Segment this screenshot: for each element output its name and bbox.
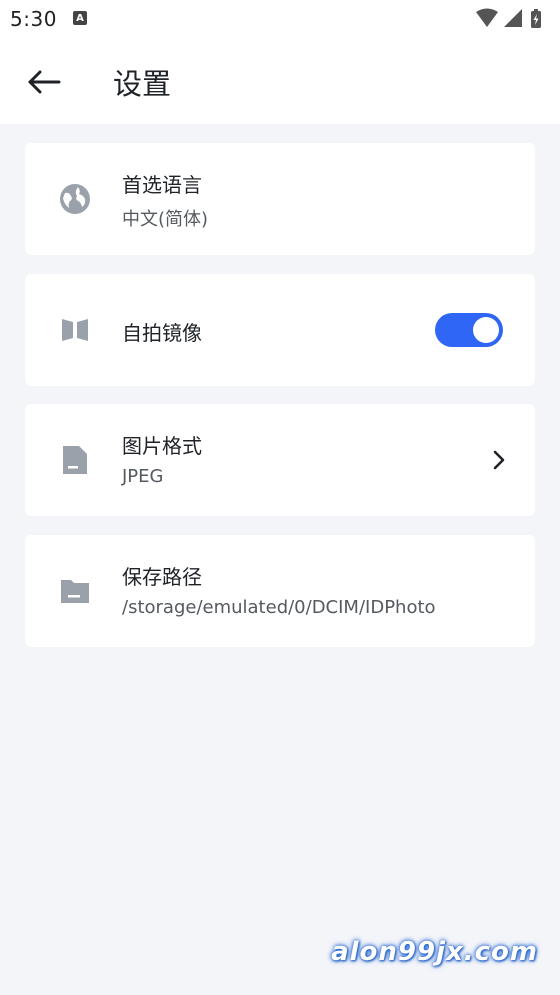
- status-bar: 5:30 A: [0, 0, 560, 40]
- toggle-knob: [473, 317, 499, 343]
- setting-value: 中文(简体): [122, 209, 209, 230]
- battery-icon: [531, 9, 541, 28]
- globe-icon: [59, 183, 91, 215]
- setting-save-path[interactable]: 保存路径 /storage/emulated/0/DCIM/IDPhoto: [25, 535, 535, 647]
- signal-icon: [504, 9, 522, 27]
- setting-value: /storage/emulated/0/DCIM/IDPhoto: [122, 597, 436, 618]
- chevron-right-icon: [493, 450, 505, 470]
- watermark: alon99jx.com: [331, 937, 538, 967]
- notification-icon: A: [73, 11, 87, 25]
- back-button[interactable]: [22, 60, 66, 104]
- setting-title: 首选语言: [122, 173, 202, 197]
- setting-language[interactable]: 首选语言 中文(简体): [25, 143, 535, 255]
- image-file-icon: [59, 444, 91, 476]
- status-time: 5:30: [10, 7, 57, 31]
- folder-icon: [59, 575, 91, 607]
- arrow-back-icon: [28, 70, 61, 94]
- mirror-icon: [59, 314, 91, 346]
- selfie-mirror-toggle[interactable]: [435, 313, 503, 347]
- setting-value: JPEG: [122, 466, 164, 487]
- setting-title: 图片格式: [122, 434, 202, 458]
- page-title: 设置: [113, 67, 172, 101]
- wifi-icon: [476, 8, 498, 27]
- setting-selfie-mirror[interactable]: 自拍镜像: [25, 274, 535, 386]
- setting-title: 保存路径: [122, 565, 202, 589]
- setting-title: 自拍镜像: [122, 321, 202, 345]
- app-bar: 设置: [0, 40, 560, 124]
- setting-image-format[interactable]: 图片格式 JPEG: [25, 404, 535, 516]
- status-icons: [476, 8, 550, 30]
